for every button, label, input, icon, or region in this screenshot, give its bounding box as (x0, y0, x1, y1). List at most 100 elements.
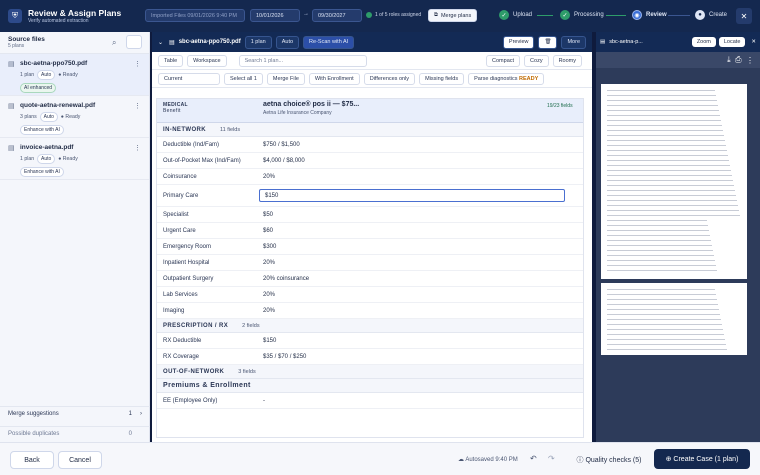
back-button[interactable]: Back (10, 451, 54, 469)
table-row[interactable]: Lab Services 20% (157, 287, 583, 303)
field-value[interactable]: $35 / $70 / $250 (259, 354, 306, 360)
category-label: MEDICAL Benefit (163, 102, 188, 114)
section-in-network[interactable]: IN-NETWORK 11 fields (157, 123, 583, 137)
trash-icon[interactable]: 🗑 (538, 35, 558, 49)
plan-search-input[interactable]: Search 1 plan... (238, 54, 367, 67)
chevron-down-icon[interactable]: ⌄ (158, 39, 163, 46)
zoom-button[interactable]: Zoom (691, 37, 716, 47)
redo-icon[interactable]: ↷ (548, 454, 555, 463)
kebab-menu-icon[interactable]: ⋮ (134, 60, 141, 68)
field-value[interactable]: $750 / $1,500 (259, 142, 300, 148)
more-button[interactable]: More (561, 35, 586, 49)
view-table-button[interactable]: Table (158, 54, 184, 67)
file-item[interactable]: ▤ quote-aetna-renewal.pdf 3 plans Auto ●… (0, 96, 149, 138)
pdf-text-line (607, 324, 722, 325)
table-row[interactable]: Outpatient Surgery 20% coinsurance (157, 271, 583, 287)
density-cozy[interactable]: Cozy (524, 54, 549, 67)
pdf-text-line (607, 270, 717, 271)
density-roomy[interactable]: Roomy (552, 54, 582, 67)
pdf-text-line (607, 200, 737, 201)
with-enrollment-toggle[interactable]: With Enrollment (308, 72, 360, 85)
field-value[interactable]: $4,000 / $8,000 (259, 158, 305, 164)
filter-current-select[interactable]: Current (158, 72, 220, 85)
file-item[interactable]: ▤ sbc-aetna-ppo750.pdf 1 plan Auto ● Rea… (0, 54, 149, 96)
locate-button[interactable]: Locate (718, 37, 746, 47)
section-premiums[interactable]: Premiums & Enrollment (157, 379, 583, 393)
table-row[interactable]: EE (Employee Only) - (157, 393, 583, 409)
pdf-text-line (607, 100, 717, 101)
field-label: RX Deductible (163, 337, 202, 344)
table-row[interactable]: Primary Care $150 (157, 185, 583, 207)
step-connector (668, 15, 690, 16)
close-icon[interactable]: ✕ (751, 39, 756, 45)
search-icon[interactable]: ⌕ (112, 38, 116, 48)
field-value[interactable]: 20% (259, 292, 275, 298)
file-plans: 1 plan (20, 156, 35, 162)
merge-suggestions-row[interactable]: Merge suggestions 1 › (0, 406, 150, 422)
field-value[interactable]: $150 (259, 338, 276, 344)
print-icon[interactable]: ⎙ (735, 55, 741, 65)
file-meta: 1 plan Auto ● Ready (20, 154, 78, 164)
in-network-rows: Deductible (Ind/Fam) $750 / $1,500 Out-of-… (157, 137, 583, 319)
pdf-text-line (607, 220, 707, 221)
field-value[interactable]: $60 (259, 228, 273, 234)
download-icon[interactable]: ⤓ (727, 55, 731, 65)
enhance-with-ai-button[interactable]: Enhance with AI (20, 125, 64, 135)
table-row[interactable]: Emergency Room $300 (157, 239, 583, 255)
possible-duplicates-row[interactable]: Possible duplicates 0 (0, 426, 150, 442)
table-row[interactable]: Out-of-Pocket Max (Ind/Fam) $4,000 / $8,0… (157, 153, 583, 169)
table-row[interactable]: RX Deductible $150 (157, 333, 583, 349)
pdf-text-line (607, 334, 724, 335)
merge-file-button[interactable]: Merge File (266, 72, 305, 85)
section-prescription[interactable]: PRESCRIPTION / RX 2 fields (157, 319, 583, 333)
file-item[interactable]: ▤ invoice-aetna.pdf 1 plan Auto ● Ready … (0, 138, 149, 180)
missing-fields-toggle[interactable]: Missing fields (419, 72, 465, 85)
mode-select[interactable]: Auto (275, 35, 300, 49)
table-row[interactable]: Specialist $50 (157, 207, 583, 223)
kebab-menu-icon[interactable]: ⋮ (746, 56, 754, 65)
ai-enhanced-badge[interactable]: AI enhanced (20, 83, 57, 93)
enhance-with-ai-button[interactable]: Enhance with AI (20, 167, 64, 177)
field-value[interactable]: 20% (259, 260, 275, 266)
kebab-menu-icon[interactable]: ⋮ (134, 102, 141, 110)
field-value[interactable]: 20% (259, 308, 275, 314)
rescan-button[interactable]: Re-Scan with AI (303, 35, 355, 49)
parse-diagnostics-button[interactable]: Parse diagnostics READY (468, 72, 545, 85)
import-file-field[interactable]: Imported Files 09/01/2026 9:40 PM (145, 9, 245, 22)
table-row[interactable]: Inpatient Hospital 20% (157, 255, 583, 271)
view-workspace-button[interactable]: Workspace (187, 54, 227, 67)
merge-count: 1 (128, 411, 132, 417)
field-value[interactable]: $300 (259, 244, 276, 250)
field-label: Inpatient Hospital (163, 259, 210, 266)
field-value[interactable]: $150 (259, 189, 565, 202)
merge-plans-button[interactable]: ⧉ Merge plans (428, 9, 478, 22)
field-value[interactable]: 20% (259, 174, 275, 180)
date-from-field[interactable]: 10/01/2026 (250, 9, 300, 22)
section-out-of-network[interactable]: OUT-OF-NETWORK 3 fields (157, 365, 583, 379)
step-upload: ✓ Upload (499, 10, 532, 20)
quality-checks-button[interactable]: ⓘ Quality checks (5) (572, 451, 646, 469)
table-row[interactable]: Deductible (Ind/Fam) $750 / $1,500 (157, 137, 583, 153)
field-value[interactable]: $50 (259, 212, 273, 218)
density-compact[interactable]: Compact (486, 54, 521, 67)
table-row[interactable]: RX Coverage $35 / $70 / $250 (157, 349, 583, 365)
cancel-button[interactable]: Cancel (58, 451, 102, 469)
step-connector (537, 15, 553, 16)
preview-button[interactable]: Preview (502, 35, 535, 49)
panel-toggle-button[interactable] (126, 35, 142, 49)
differences-only-toggle[interactable]: Differences only (363, 72, 416, 85)
duplicates-count: 0 (128, 431, 132, 437)
field-value[interactable]: 20% coinsurance (259, 276, 309, 282)
field-value[interactable]: - (259, 398, 265, 404)
close-icon[interactable]: ✕ (736, 8, 752, 24)
table-row[interactable]: Imaging 20% (157, 303, 583, 319)
date-to-field[interactable]: 09/30/2027 (312, 9, 362, 22)
table-row[interactable]: Urgent Care $60 (157, 223, 583, 239)
undo-icon[interactable]: ↶ (530, 454, 537, 463)
check-icon: ✓ (499, 10, 509, 20)
kebab-menu-icon[interactable]: ⋮ (134, 144, 141, 152)
file-name: invoice-aetna.pdf (20, 144, 74, 151)
select-all-button[interactable]: Select all 1 (224, 72, 263, 85)
create-case-button[interactable]: ⊕ Create Case (1 plan) (654, 449, 750, 469)
table-row[interactable]: Coinsurance 20% (157, 169, 583, 185)
